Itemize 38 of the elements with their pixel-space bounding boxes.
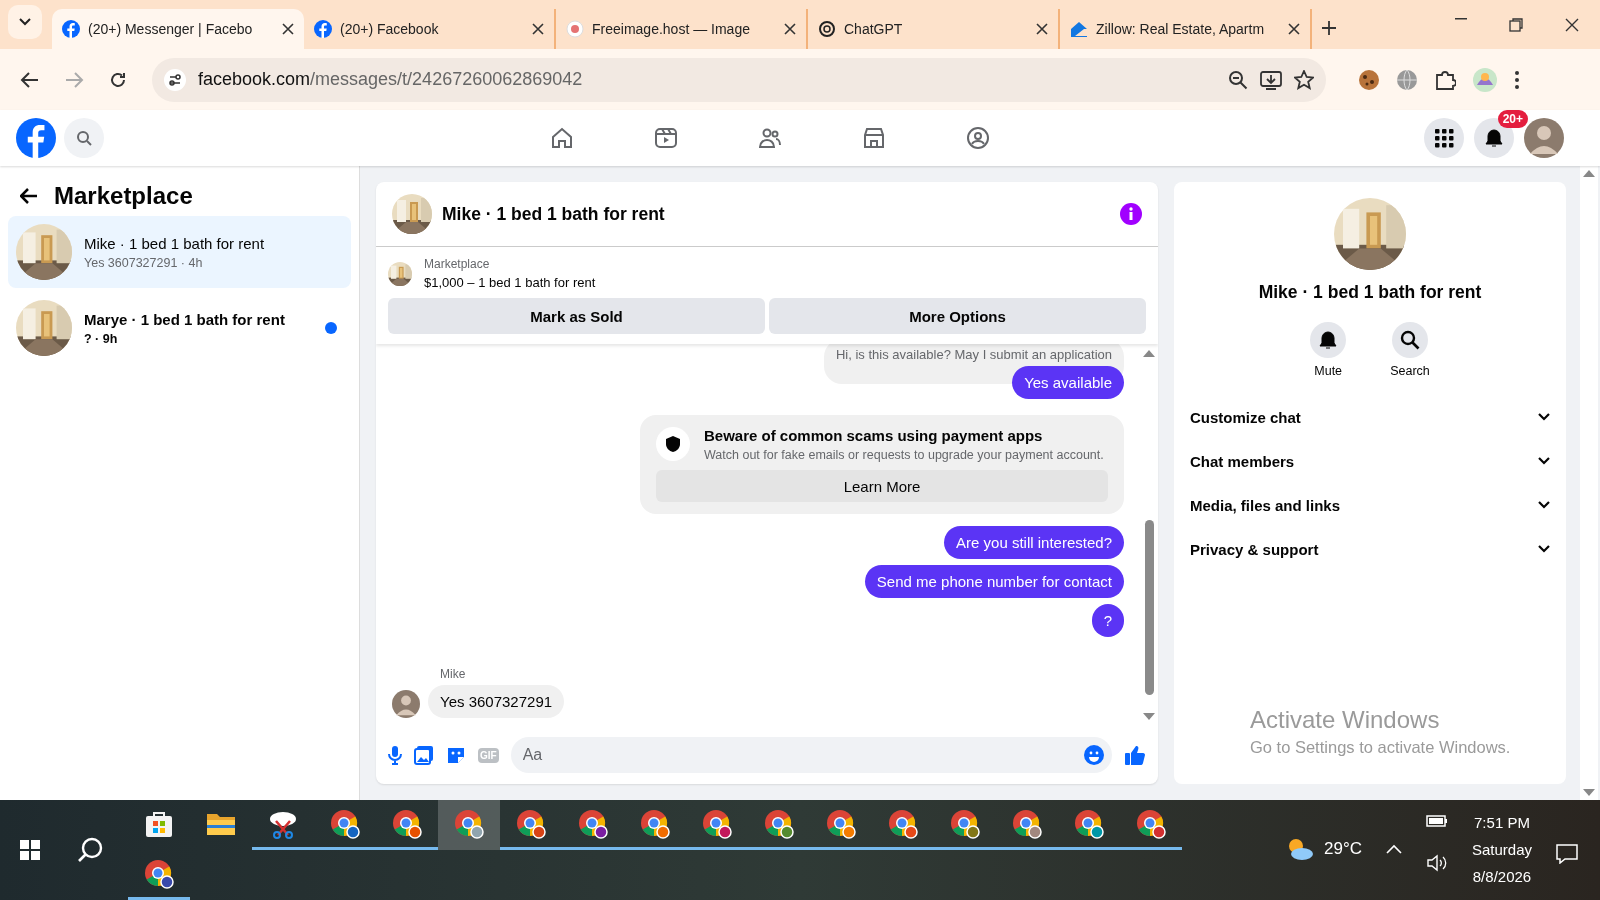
listing-button[interactable]: Mark as Sold bbox=[388, 298, 765, 334]
address-bar[interactable]: facebook.com/messages/t/24267260062869042 bbox=[152, 57, 1326, 102]
message-preview: ? · 9h bbox=[84, 331, 119, 346]
section-header[interactable]: Privacy & support bbox=[1190, 527, 1550, 571]
conversation-item[interactable]: Marye · 1 bed 1 bath for rent ? · 9h bbox=[8, 292, 351, 364]
clock-time: 7:51 PM bbox=[1474, 814, 1530, 831]
notification-count: 20+ bbox=[1497, 110, 1528, 128]
conversation-name: Mike · 1 bed 1 bath for rent bbox=[84, 234, 266, 252]
section-header[interactable]: Customize chat bbox=[1190, 395, 1550, 439]
section-header[interactable]: Media, files and links bbox=[1190, 483, 1550, 527]
sent-message: ? bbox=[1091, 604, 1124, 637]
sender-name: Mike bbox=[440, 667, 467, 681]
listing-title: $1,000 – 1 bed 1 bath for rent bbox=[424, 275, 596, 290]
listing-label: Marketplace bbox=[424, 257, 491, 271]
learn-more-button[interactable]: Learn More bbox=[656, 470, 1108, 502]
activation-text: Go to Settings to activate Windows. bbox=[1250, 738, 1511, 757]
search-button[interactable]: Search bbox=[1384, 321, 1436, 379]
listing-button[interactable]: More Options bbox=[769, 298, 1146, 334]
clock-day: Saturday bbox=[1471, 841, 1532, 858]
clock-date: 8/8/2026 bbox=[1472, 868, 1532, 885]
message-preview: Yes 3607327291 · 4h bbox=[84, 255, 204, 270]
browser-tab[interactable]: (20+) Messenger | Facebo bbox=[52, 9, 304, 49]
message-field[interactable]: Aa bbox=[510, 737, 1112, 773]
section-header[interactable]: Chat members bbox=[1190, 439, 1550, 483]
conversation-name: Marye · 1 bed 1 bath for rent bbox=[84, 310, 286, 328]
sent-message: Are you still interested? bbox=[944, 526, 1124, 559]
sent-message: Send me phone number for contact bbox=[864, 565, 1124, 598]
sent-message: Yes available bbox=[1012, 366, 1124, 399]
contact-name: Mike · 1 bed 1 bath for rent bbox=[1258, 282, 1482, 303]
warning-text: Watch out for fake emails or requests to upgrade your payment account. bbox=[704, 448, 1104, 462]
conversation-item[interactable]: Mike · 1 bed 1 bath for rent Yes 3607327291 · 4h bbox=[8, 216, 351, 288]
mute-button[interactable]: Mute bbox=[1304, 321, 1353, 379]
temperature: 29°C bbox=[1323, 839, 1362, 859]
activation-title: Activate Windows bbox=[1250, 706, 1441, 734]
received-message: Yes 3607327291 bbox=[428, 685, 565, 718]
sidebar-title: Marketplace bbox=[54, 182, 193, 210]
warning-title: Beware of common scams using payment apps bbox=[704, 427, 1044, 444]
chat-title: Mike · 1 bed 1 bath for rent bbox=[442, 203, 666, 225]
